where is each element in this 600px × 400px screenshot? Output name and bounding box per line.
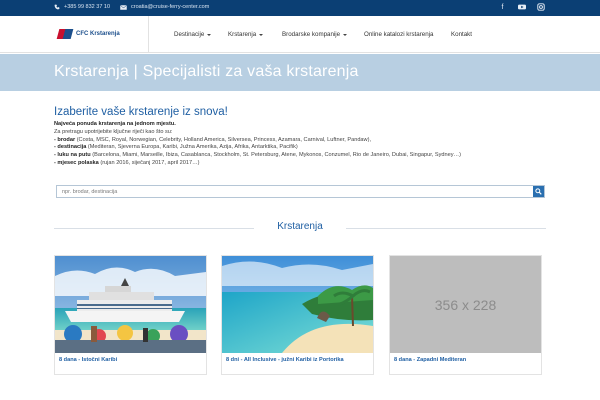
nav-item-kontakt[interactable]: Kontakt (451, 31, 472, 38)
nav-item-krstarenja[interactable]: Krstarenja (228, 31, 264, 38)
logo-text: CFC Krstarenja (76, 31, 120, 37)
hero-banner: Krstarenja | Specijalisti za vaša krstar… (0, 54, 600, 91)
cruise-card-title[interactable]: 8 dana - Istočni Karibi (59, 357, 199, 364)
intro-hint: Za pretragu upotrijebite ključne riječi … (54, 128, 173, 135)
instagram-icon[interactable] (536, 3, 545, 12)
search-icon (535, 188, 542, 195)
top-contact-bar: +385 99 832 37 10 croatia@cruise-ferry-c… (0, 0, 600, 16)
facebook-icon[interactable]: f (498, 3, 507, 12)
nav-item-label: Krstarenja (228, 31, 257, 38)
cruise-card[interactable]: 8 dana - Istočni Karibi (54, 255, 207, 375)
main-navbar: CFC Krstarenja Destinacije Krstarenja Br… (0, 16, 600, 53)
cruise-card[interactable]: 8 dni - All Inclusive - južni Karibi iz … (221, 255, 374, 375)
keyword-label: - destinacija (54, 144, 87, 151)
nav-divider (148, 16, 149, 53)
mail-icon (120, 4, 127, 10)
nav-item-label: Destinacije (174, 31, 205, 38)
logo-mark (56, 29, 74, 39)
youtube-icon[interactable] (517, 3, 526, 12)
email-contact[interactable]: croatia@cruise-ferry-center.com (120, 4, 209, 10)
section-title: Krstarenja (277, 221, 323, 232)
keyword-examples: (Mediteran, Sjeverna Europa, Karibi, Juž… (86, 144, 298, 151)
intro-text: Najveća ponuda krstarenja na jednom mjes… (54, 121, 554, 168)
nav-item-online-katalozi[interactable]: Online katalozi krstarenja (364, 31, 433, 38)
cruise-card-title[interactable]: 8 dni - All Inclusive - južni Karibi iz … (226, 357, 366, 364)
keyword-label: - luku na putu (54, 152, 91, 159)
image-placeholder: 356 x 228 (390, 256, 541, 353)
caret-down-icon (207, 33, 212, 36)
placeholder-size: 356 x 228 (434, 296, 497, 313)
caret-down-icon (343, 33, 348, 36)
cruise-card-image (222, 256, 373, 353)
keyword-examples: (Costa, MSC, Royal, Norwegian, Celebrity… (75, 136, 372, 143)
phone-icon (54, 4, 60, 10)
search-bar (56, 185, 545, 198)
site-logo[interactable]: CFC Krstarenja (56, 29, 120, 39)
phone-contact[interactable]: +385 99 832 37 10 (54, 4, 110, 10)
cruise-card-image (55, 256, 206, 353)
search-button[interactable] (533, 186, 544, 197)
search-input[interactable] (57, 186, 532, 197)
email-address: croatia@cruise-ferry-center.com (131, 4, 210, 10)
nav-item-destinacije[interactable]: Destinacije (174, 31, 212, 38)
cruise-card[interactable]: 356 x 228 8 dana - Zapadni Mediteran (389, 255, 542, 375)
page-title: Krstarenja | Specijalisti za vaša krstar… (54, 63, 359, 80)
section-divider-right (346, 228, 546, 229)
intro-section: Izaberite vaše krstarenje iz snova! Najv… (54, 106, 554, 168)
intro-heading: Izaberite vaše krstarenje iz snova! (54, 106, 228, 118)
phone-number: +385 99 832 37 10 (64, 4, 111, 10)
keyword-examples: (Barcelona, Miami, Marseille, Ibiza, Cas… (90, 152, 461, 159)
nav-item-brodarske-kompanije[interactable]: Brodarske kompanije (282, 31, 348, 38)
social-links: f (498, 3, 545, 12)
nav-item-label: Kontakt (451, 31, 472, 38)
nav-item-label: Brodarske kompanije (282, 31, 341, 38)
nav-item-label: Online katalozi krstarenja (364, 31, 434, 38)
intro-lead: Najveća ponuda krstarenja na jednom mjes… (54, 121, 176, 127)
keyword-examples: (rujan 2016, siječanj 2017, april 2017…) (98, 159, 200, 166)
cruise-card-title[interactable]: 8 dana - Zapadni Mediteran (394, 357, 534, 364)
keyword-label: - mjesec polaska (54, 159, 99, 166)
caret-down-icon (259, 33, 264, 36)
keyword-label: - brodar (54, 136, 76, 143)
